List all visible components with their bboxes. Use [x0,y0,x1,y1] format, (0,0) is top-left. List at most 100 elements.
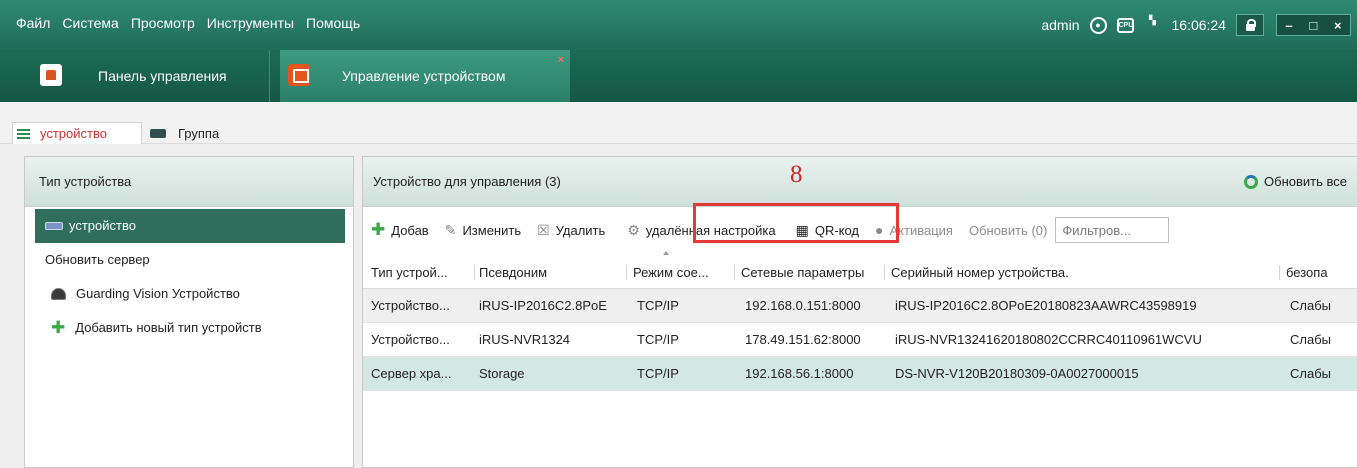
globe-icon[interactable]: ● [1089,16,1107,34]
filter-input[interactable] [1055,217,1170,243]
table-row[interactable]: Устройство... iRUS-IP2016C2.8PoE TCP/IP … [363,289,1357,323]
table-cell: TCP/IP [637,332,679,347]
device-type-panel: Тип устройства устройство Обновить серве… [24,156,354,468]
pencil-icon: ✎ [444,221,457,238]
device-management-icon [288,64,310,86]
button-label: Изменить [462,222,522,238]
column-header[interactable]: безопа [1280,265,1357,280]
list-item-label: Guarding Vision Устройство [76,286,240,301]
module-tabs: Панель управления Управление устройством… [0,50,1357,102]
tab-control-panel[interactable]: Панель управления [0,50,270,102]
status-area: admin ● CPU ▚ 16:06:24 – □ × [1041,9,1357,41]
button-label: Обновить (0) [968,222,1048,238]
button-label: Добав [391,222,429,238]
table-row[interactable]: Устройство... iRUS-NVR1324 TCP/IP 178.49… [363,323,1357,357]
refresh-icon [1244,174,1259,189]
table-cell: iRUS-IP2016C2.8OPoE20180823AAWRC43598919 [895,298,1197,313]
refresh-all-button[interactable]: Обновить все [1244,174,1347,189]
subtab-label: устройство [40,126,107,141]
device-icon [45,222,63,230]
network-icon[interactable]: ▚ [1144,16,1162,34]
menu-file[interactable]: Файл [16,15,50,31]
lock-icon[interactable] [1236,14,1264,36]
window-controls: – □ × [1276,14,1351,36]
device-type-guarding-vision[interactable]: Guarding Vision Устройство [35,277,345,311]
table-row[interactable]: Сервер хра... Storage TCP/IP 192.168.56.… [363,357,1357,391]
maximize-button[interactable]: □ [1309,18,1317,33]
device-management-panel: Устройство для управления (3) 8 Обновить… [362,156,1357,468]
table-cell: iRUS-NVR13241620180802CCRRC40110961WCVU [895,332,1202,347]
add-device-type[interactable]: ✚ Добавить новый тип устройств [35,311,345,345]
device-type-list: устройство Обновить сервер Guarding Visi… [35,209,345,345]
delete-button[interactable]: ☒ Удалить [529,215,613,245]
plus-icon: ✚ [51,318,66,337]
table-cell: TCP/IP [637,366,679,381]
current-user[interactable]: admin [1041,17,1079,33]
column-header[interactable]: Режим сое... [627,265,735,280]
table-cell: Слабы [1290,366,1331,381]
gear-icon: ⚙ [627,221,640,238]
button-label: Активация [889,222,953,238]
table-cell: TCP/IP [637,298,679,313]
table-cell: Слабы [1290,332,1331,347]
content-area: Тип устройства устройство Обновить серве… [0,144,1357,468]
tab-label: Панель управления [98,68,227,84]
table-cell: Storage [479,366,525,381]
table-cell: iRUS-IP2016C2.8PoE [479,298,607,313]
group-icon [150,128,166,138]
dome-camera-icon [51,288,66,300]
menu-tools[interactable]: Инструменты [207,15,294,31]
refresh-button[interactable]: Обновить (0) [961,215,1055,245]
panel-title: Тип устройства [25,157,353,207]
device-type-device[interactable]: устройство [35,209,345,243]
highlight-box [693,203,899,243]
refresh-all-label: Обновить все [1264,174,1347,189]
tab-label: Управление устройством [342,68,506,84]
table-cell: 192.168.56.1:8000 [745,366,854,381]
table-cell: Устройство... [371,298,450,313]
sub-tab-bar: устройство Группа [0,102,1357,144]
subtab-group[interactable]: Группа [150,122,219,144]
cpu-icon[interactable]: CPU [1116,17,1134,33]
device-table: Тип устрой... Псевдоним Режим сое... Сет… [363,257,1357,391]
menu-help[interactable]: Помощь [306,15,360,31]
table-header: Тип устрой... Псевдоним Режим сое... Сет… [363,257,1357,289]
table-cell: 192.168.0.151:8000 [745,298,861,313]
close-button[interactable]: × [1334,18,1342,33]
edit-button[interactable]: ✎ Изменить [437,215,529,245]
list-item-label: Добавить новый тип устройств [75,320,262,335]
tab-close-icon[interactable]: × [558,54,564,66]
panel-title: Устройство для управления (3) [373,174,561,189]
table-cell: Сервер хра... [371,366,452,381]
menu-system[interactable]: Система [62,15,118,31]
sort-indicator-icon [663,251,669,255]
annotation-number: 8 [790,161,803,188]
subtab-device[interactable]: устройство [12,122,142,144]
device-type-stream-server[interactable]: Обновить сервер [35,243,345,277]
list-item-label: устройство [69,218,136,233]
device-list-icon [17,128,30,139]
subtab-label: Группа [178,125,220,141]
minimize-button[interactable]: – [1285,18,1292,33]
table-cell: iRUS-NVR1324 [479,332,571,347]
column-header[interactable]: Псевдоним [475,265,627,280]
list-item-label: Обновить сервер [45,252,150,267]
column-header[interactable]: Тип устрой... [363,265,475,280]
delete-icon: ☒ [537,221,550,238]
column-header[interactable]: Серийный номер устройства. [885,265,1280,280]
table-cell: 178.49.151.62:8000 [745,332,861,347]
table-cell: DS-NVR-V120B20180309-0A0027000015 [895,366,1139,381]
tab-device-management[interactable]: Управление устройством × [280,50,570,102]
column-header[interactable]: Сетевые параметры [735,265,885,280]
table-cell: Устройство... [371,332,450,347]
add-button[interactable]: ✚ Добав [363,215,437,245]
plus-icon: ✚ [371,220,386,239]
home-icon [40,64,62,86]
panel-header: Устройство для управления (3) 8 Обновить… [363,157,1357,207]
menu-bar: Файл Система Просмотр Инструменты Помощь… [0,0,1357,50]
main-menu: Файл Система Просмотр Инструменты Помощь [16,15,360,31]
button-label: Удалить [555,222,606,238]
menu-view[interactable]: Просмотр [131,15,195,31]
clock: 16:06:24 [1171,17,1227,33]
table-cell: Слабы [1290,298,1331,313]
